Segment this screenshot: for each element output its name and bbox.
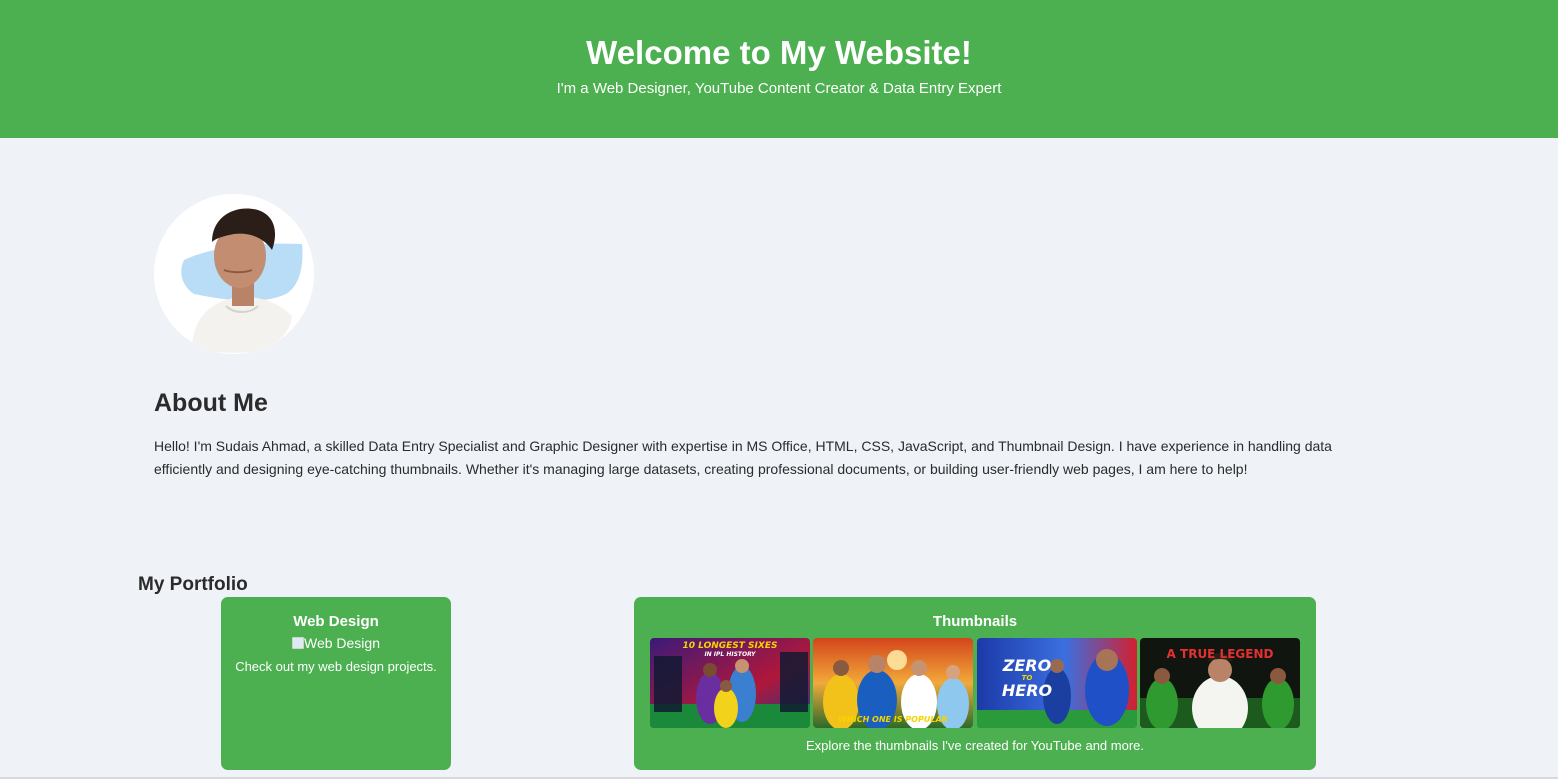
thumbnail-subline: IN IPL HISTORY bbox=[704, 651, 756, 658]
card-title: Web Design bbox=[293, 613, 379, 630]
portfolio-title: My Portfolio bbox=[138, 574, 248, 595]
card-description: Explore the thumbnails I've created for … bbox=[805, 738, 1145, 753]
thumbnail-zero-to-hero[interactable]: ZERO TO HERO bbox=[977, 638, 1137, 728]
site-subtitle: I'm a Web Designer, YouTube Content Crea… bbox=[556, 80, 1002, 97]
site-header: Welcome to My Website! I'm a Web Designe… bbox=[0, 0, 1558, 138]
thumbnail-headline: ZERO bbox=[1002, 656, 1052, 675]
card-title: Thumbnails bbox=[932, 613, 1018, 630]
portfolio-card-thumbnails[interactable]: Thumbnails 10 LONGEST SIXES IN IPL HISTO… bbox=[634, 597, 1316, 770]
web-design-image: Web Design bbox=[221, 635, 451, 651]
thumbnail-gallery: 10 LONGEST SIXES IN IPL HISTORY WHICH ON… bbox=[650, 638, 1300, 728]
thumbnail-headline: 10 LONGEST SIXES bbox=[682, 641, 778, 651]
thumbnail-headline: A TRUE LEGEND bbox=[1166, 647, 1274, 661]
thumbnail-true-legend[interactable]: A TRUE LEGEND bbox=[1140, 638, 1300, 728]
broken-image-icon bbox=[291, 637, 304, 649]
thumbnail-longest-sixes[interactable]: 10 LONGEST SIXES IN IPL HISTORY bbox=[650, 638, 810, 728]
thumbnail-which-popular[interactable]: WHICH ONE IS POPULAR bbox=[813, 638, 973, 728]
about-text: Hello! I'm Sudais Ahmad, a skilled Data … bbox=[154, 438, 1332, 477]
card-description: Check out my web design projects. bbox=[235, 659, 437, 674]
web-design-image-alt: Web Design bbox=[303, 635, 380, 651]
site-title: Welcome to My Website! bbox=[586, 34, 972, 71]
profile-photo bbox=[154, 194, 314, 354]
thumbnail-bottomline: HERO bbox=[1001, 681, 1053, 700]
thumbnail-headline: WHICH ONE IS POPULAR bbox=[838, 715, 948, 724]
about-title: About Me bbox=[154, 389, 268, 417]
portfolio-card-web-design[interactable]: Web Design Web Design Check out my web d… bbox=[221, 597, 451, 770]
